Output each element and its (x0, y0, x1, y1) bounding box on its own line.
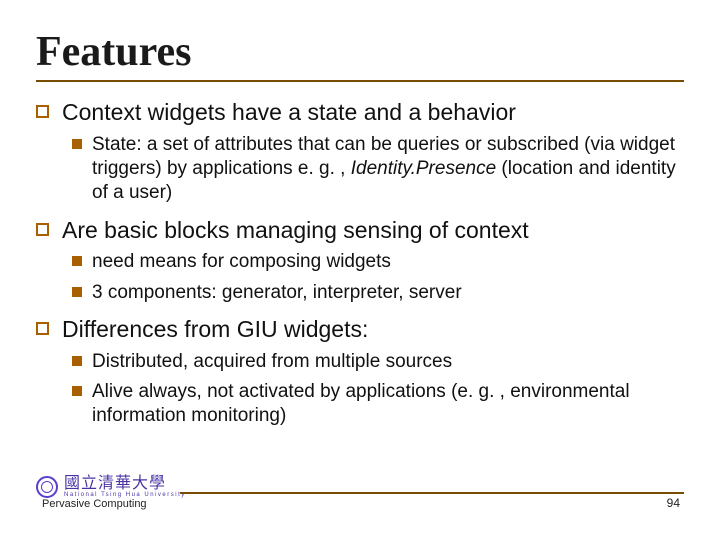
level1-text: Are basic blocks managing sensing of con… (62, 217, 529, 243)
slide-content: Context widgets have a state and a behav… (36, 98, 684, 429)
level2-text-pre: Alive always, not activated by applicati… (92, 381, 630, 426)
level1-text: Differences from GIU widgets: (62, 316, 368, 342)
slide: Features Context widgets have a state an… (0, 0, 720, 540)
bullet-level2: Distributed, acquired from multiple sour… (36, 350, 684, 374)
course-label: Pervasive Computing (42, 498, 147, 510)
square-solid-icon (72, 287, 82, 297)
level2-text-pre: need means for composing widgets (92, 251, 391, 272)
level2-text-italic: Identity.Presence (351, 158, 496, 179)
bullet-level2: 3 components: generator, interpreter, se… (36, 281, 684, 305)
level2-text-pre: Distributed, acquired from multiple sour… (92, 351, 452, 372)
bullet-level1: Context widgets have a state and a behav… (36, 98, 684, 127)
bullet-level1: Differences from GIU widgets: (36, 315, 684, 344)
square-hollow-icon (36, 105, 49, 118)
bullet-level2: State: a set of attributes that can be q… (36, 133, 684, 206)
level2-text-pre: 3 components: generator, interpreter, se… (92, 282, 462, 303)
square-solid-icon (72, 356, 82, 366)
university-text: 國立清華大學 National Tsing Hua University (64, 476, 186, 498)
square-solid-icon (72, 139, 82, 149)
bullet-level2: need means for composing widgets (36, 250, 684, 274)
slide-title: Features (36, 28, 684, 76)
university-brand: 國立清華大學 National Tsing Hua University (36, 476, 186, 498)
university-logo-icon (36, 476, 58, 498)
title-rule (36, 80, 684, 82)
bullet-level2: Alive always, not activated by applicati… (36, 380, 684, 429)
square-solid-icon (72, 256, 82, 266)
bullet-level1: Are basic blocks managing sensing of con… (36, 216, 684, 245)
slide-footer: 國立清華大學 National Tsing Hua University Per… (0, 486, 720, 526)
footer-rule (180, 492, 684, 494)
square-hollow-icon (36, 223, 49, 236)
level1-text: Context widgets have a state and a behav… (62, 99, 516, 125)
university-name-cn: 國立清華大學 (64, 476, 186, 492)
square-hollow-icon (36, 322, 49, 335)
page-number: 94 (667, 496, 680, 510)
square-solid-icon (72, 386, 82, 396)
